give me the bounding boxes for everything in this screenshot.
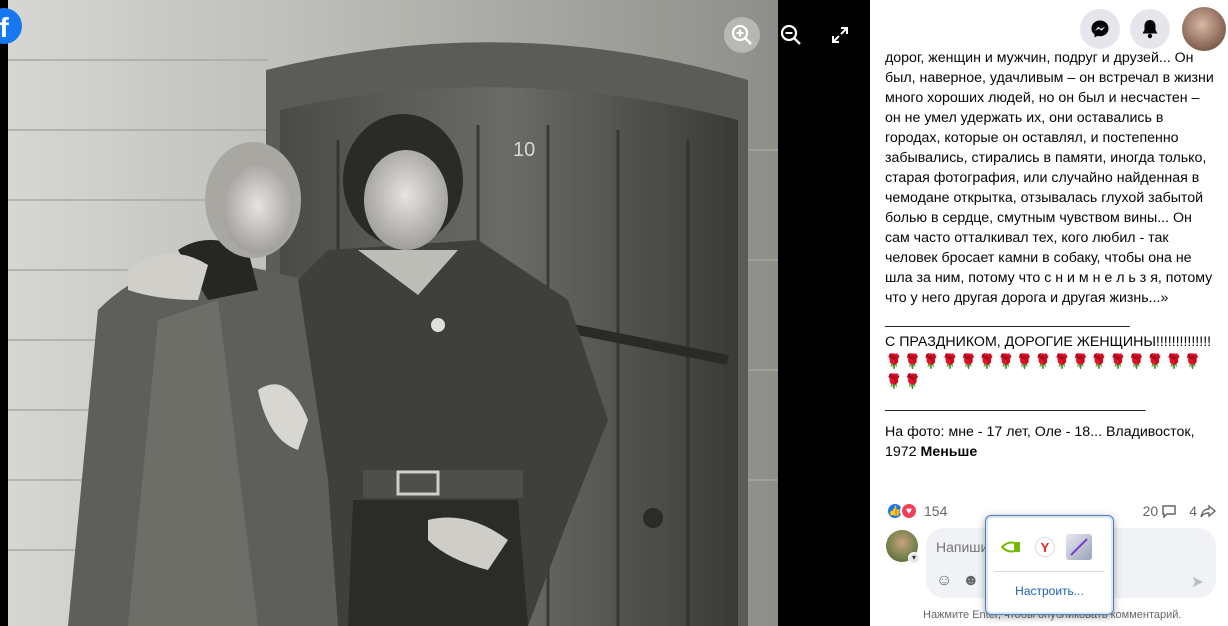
send-icon[interactable]: ➤ <box>1191 572 1204 592</box>
yandex-extension-icon[interactable]: Y <box>1035 537 1055 557</box>
comment-icon <box>1162 505 1176 519</box>
post-paragraph-main: дорог, женщин и мужчин, подруг и друзей.… <box>885 50 1214 306</box>
fullscreen-button[interactable] <box>822 17 858 53</box>
post-text: дорог, женщин и мужчин, подруг и друзей.… <box>885 48 1215 462</box>
chevron-down-icon[interactable]: ▾ <box>908 552 920 564</box>
share-count-value: 4 <box>1189 503 1197 519</box>
reaction-count[interactable]: 154 <box>924 503 947 519</box>
post-greeting: С ПРАЗДНИКОМ, ДОРОГИЕ ЖЕНЩИНЫ!!!!!!!!!!!… <box>885 332 1215 392</box>
post-separator-2: _________________________________ <box>885 396 1146 412</box>
share-count[interactable]: 4 <box>1189 503 1216 519</box>
comment-count[interactable]: 20 <box>1143 503 1178 519</box>
engagement-counts: 20 4 <box>1143 503 1216 519</box>
notifications-button[interactable] <box>1130 9 1170 49</box>
greeting-text: С ПРАЗДНИКОМ, ДОРОГИЕ ЖЕНЩИНЫ!!!!!!!!!!!… <box>885 334 1212 350</box>
love-reaction-icon: ♥ <box>900 502 918 520</box>
zoom-out-button[interactable] <box>773 17 809 53</box>
share-icon <box>1200 504 1216 518</box>
account-avatar[interactable] <box>1182 7 1226 51</box>
emoji-icon[interactable]: ☻ <box>962 572 979 590</box>
rose-emojis: 🌹🌹🌹🌹🌹🌹🌹🌹🌹🌹🌹🌹🌹🌹🌹🌹🌹🌹🌹 <box>885 354 1203 390</box>
reaction-icons[interactable]: 👍 ♥ <box>886 502 918 520</box>
sticker-icon[interactable]: ☺ <box>936 572 952 590</box>
customize-link[interactable]: Настроить... <box>986 584 1113 598</box>
pen-extension-icon[interactable] <box>1066 534 1092 560</box>
nvidia-extension-icon[interactable] <box>998 534 1024 560</box>
messenger-button[interactable] <box>1080 9 1120 49</box>
extensions-popup: Y Настроить... <box>985 515 1114 615</box>
post-separator: _______________________________ <box>885 312 1130 328</box>
zoom-in-icon <box>731 24 752 45</box>
post-caption: На фото: мне - 17 лет, Оле - 18... Влади… <box>885 422 1215 462</box>
photo-viewer: 10 f <box>0 0 870 626</box>
popup-divider <box>994 571 1105 572</box>
extension-icons: Y <box>998 534 1092 560</box>
svg-text:10: 10 <box>513 139 535 161</box>
show-less-link[interactable]: Меньше <box>921 444 978 460</box>
comment-count-value: 20 <box>1142 503 1159 519</box>
bell-icon <box>1142 20 1158 39</box>
zoom-in-button[interactable] <box>724 17 760 53</box>
comment-tools: ☺ ☻ <box>936 572 979 590</box>
zoom-out-icon <box>780 24 801 45</box>
expand-icon <box>832 27 848 43</box>
messenger-icon <box>1091 20 1109 38</box>
post-photo[interactable]: 10 <box>8 0 778 626</box>
